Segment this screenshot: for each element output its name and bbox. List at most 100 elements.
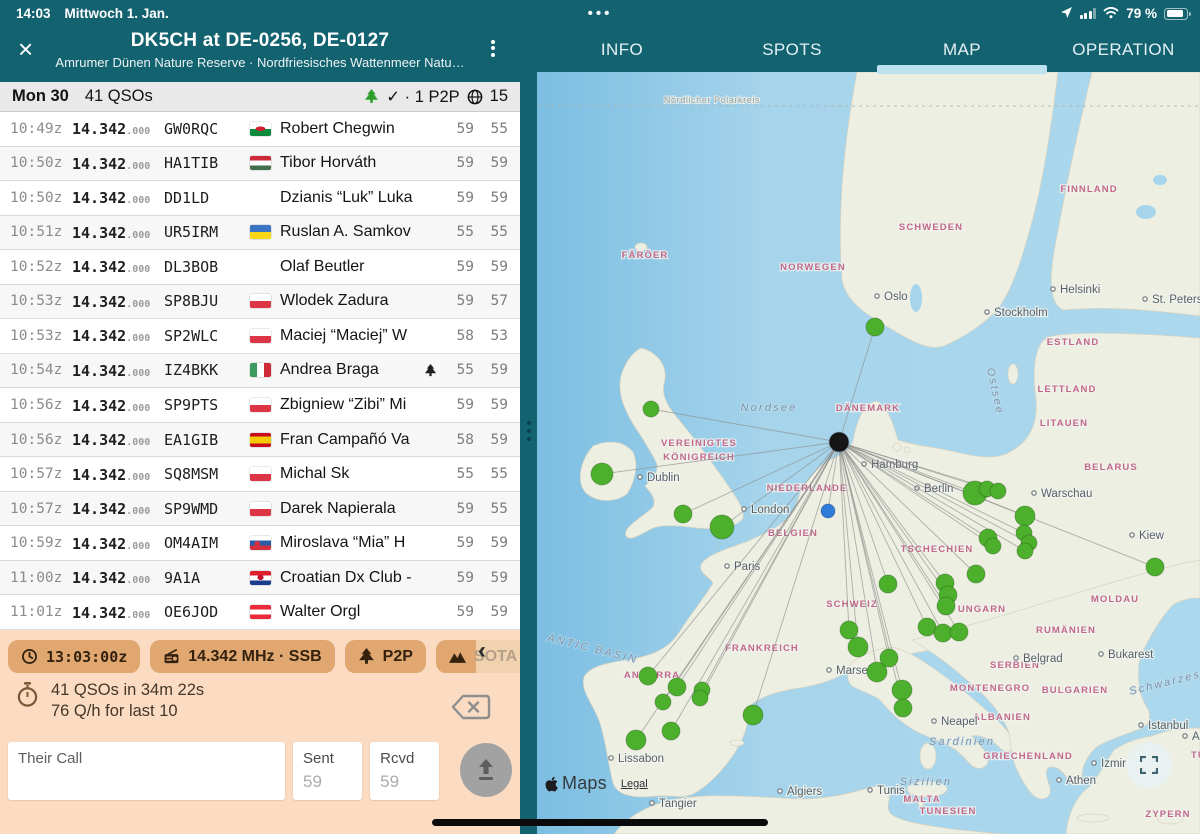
rst-sent-input[interactable]: Sent 59: [293, 742, 362, 800]
country-flag: [250, 122, 280, 136]
chip-p2p[interactable]: P2P: [345, 640, 426, 673]
qso-row[interactable]: 11:01z14.342.000OE6JODWalter Orgl5959: [0, 595, 520, 630]
country-flag: [250, 467, 280, 481]
backspace-button[interactable]: [450, 692, 492, 722]
svg-text:Athen: Athen: [1066, 775, 1096, 787]
rst-rcvd: 59: [474, 397, 508, 413]
qso-frequency: 14.342.000: [72, 534, 164, 553]
status-menu-dots[interactable]: •••: [588, 5, 613, 22]
svg-text:Neapel: Neapel: [941, 716, 977, 728]
rst-rcvd: 59: [474, 432, 508, 448]
qso-operator-name: Robert Chegwin: [280, 120, 424, 138]
qso-time: 10:57z: [10, 466, 72, 482]
country-flag: [250, 363, 280, 377]
map-canvas[interactable]: FÄRÖERNORWEGENSCHWEDENFINNLANDESTLANDLET…: [537, 72, 1200, 834]
rst-sent: 59: [444, 259, 474, 275]
qso-row[interactable]: 10:56z14.342.000EA1GIBFran Campañó Va585…: [0, 423, 520, 458]
clock-icon: [21, 648, 38, 665]
qso-time: 10:50z: [10, 190, 72, 206]
qso-row[interactable]: 10:54z14.342.000IZ4BKKAndrea Braga5559: [0, 354, 520, 389]
home-indicator[interactable]: [432, 819, 768, 826]
svg-text:St. Petersburg: St. Petersburg: [1152, 294, 1200, 306]
app-screen: 14:03 Mittwoch 1. Jan. ••• 79 % × DK5CH …: [0, 0, 1200, 834]
rst-sent: 59: [444, 121, 474, 137]
qso-row[interactable]: 10:49z14.342.000GW0RQCRobert Chegwin5955: [0, 112, 520, 147]
svg-text:MALTA: MALTA: [903, 794, 940, 805]
clock-time: 14:03: [16, 6, 51, 21]
pane-divider[interactable]: [520, 72, 537, 834]
qso-callsign: UR5IRM: [164, 223, 250, 241]
svg-text:SCHWEIZ: SCHWEIZ: [826, 599, 878, 610]
svg-text:UNGARN: UNGARN: [958, 604, 1006, 615]
more-menu-icon[interactable]: [483, 37, 503, 63]
country-flag: [250, 502, 280, 516]
svg-text:ESTLAND: ESTLAND: [1047, 337, 1100, 348]
qso-row[interactable]: 10:50z14.342.000DD1LDDzianis “Luk” Luka5…: [0, 181, 520, 216]
rst-rcvd-input[interactable]: Rcvd 59: [370, 742, 439, 800]
their-call-input[interactable]: Their Call: [8, 742, 285, 800]
qso-callsign: DD1LD: [164, 189, 250, 207]
qso-time: 10:56z: [10, 397, 72, 413]
qso-frequency: 14.342.000: [72, 292, 164, 311]
qso-row[interactable]: 10:57z14.342.000SP9WMDDarek Napierala595…: [0, 492, 520, 527]
qso-row[interactable]: 10:57z14.342.000SQ8MSMMichal Sk5555: [0, 457, 520, 492]
entry-fields: Their Call Sent 59 Rcvd 59: [8, 742, 512, 800]
qso-time: 10:53z: [10, 293, 72, 309]
country-flag: [250, 156, 280, 170]
tab-info[interactable]: INFO: [537, 27, 707, 72]
qso-callsign: HA1TIB: [164, 154, 250, 172]
legal-link[interactable]: Legal: [621, 778, 648, 790]
qso-time: 10:59z: [10, 535, 72, 551]
qso-row[interactable]: 10:59z14.342.000OM4AIMMiroslava “Mia” H5…: [0, 526, 520, 561]
qso-callsign: OE6JOD: [164, 603, 250, 621]
battery-percent: 79 %: [1126, 6, 1157, 21]
qso-row[interactable]: 10:53z14.342.000SP2WLCMaciej “Maciej” W5…: [0, 319, 520, 354]
chip-14-342-mhz-ssb[interactable]: 14.342 MHz · SSB: [150, 640, 334, 673]
globe-icon: [467, 89, 483, 105]
qso-callsign: DL3BOB: [164, 258, 250, 276]
qso-row[interactable]: 10:52z14.342.000DL3BOBOlaf Beutler5959: [0, 250, 520, 285]
svg-text:FRANKREICH: FRANKREICH: [725, 643, 799, 654]
tab-operation[interactable]: OPERATION: [1047, 27, 1200, 72]
qso-frequency: 14.342.000: [72, 119, 164, 138]
qso-callsign: SP9WMD: [164, 500, 250, 518]
qso-time: 10:52z: [10, 259, 72, 275]
rst-sent: 59: [444, 570, 474, 586]
svg-text:NORWEGEN: NORWEGEN: [780, 262, 846, 273]
qso-callsign: SP2WLC: [164, 327, 250, 345]
qso-row[interactable]: 10:50z14.342.000HA1TIBTibor Horváth5959: [0, 147, 520, 182]
rst-sent: 59: [444, 155, 474, 171]
qso-frequency: 14.342.000: [72, 326, 164, 345]
country-flag: [250, 433, 280, 447]
qso-row[interactable]: 10:53z14.342.000SP8BJUWlodek Zadura5957: [0, 285, 520, 320]
qso-frequency: 14.342.000: [72, 430, 164, 449]
qso-row[interactable]: 11:00z14.342.0009A1ACroatian Dx Club -59…: [0, 561, 520, 596]
chip-13-03-00z[interactable]: 13:03:00z: [8, 640, 140, 673]
svg-text:Helsinki: Helsinki: [1060, 284, 1100, 296]
svg-text:Algiers: Algiers: [787, 786, 822, 798]
log-dxcc-count: 15: [490, 87, 508, 106]
chevron-left-icon[interactable]: ‹: [478, 637, 486, 665]
qso-row[interactable]: 10:56z14.342.000SP9PTSZbigniew “Zibi” Mi…: [0, 388, 520, 423]
page-subtitle: Amrumer Dünen Nature Reserve · Nordfries…: [40, 55, 480, 70]
qso-row[interactable]: 10:51z14.342.000UR5IRMRuslan A. Samkov55…: [0, 216, 520, 251]
rst-sent: 59: [444, 604, 474, 620]
svg-text:BELARUS: BELARUS: [1084, 462, 1138, 473]
country-flag: [250, 571, 280, 585]
country-flag: [250, 329, 280, 343]
tab-spots[interactable]: SPOTS: [707, 27, 877, 72]
expand-icon: [1140, 756, 1158, 774]
svg-text:VEREINIGTES: VEREINIGTES: [661, 438, 737, 449]
qso-frequency: 14.342.000: [72, 603, 164, 622]
svg-text:Istanbul: Istanbul: [1148, 720, 1188, 732]
log-qso-count: 41 QSOs: [85, 87, 153, 106]
svg-text:TÜRKEI: TÜRKEI: [1191, 750, 1200, 761]
clock-date: Mittwoch 1. Jan.: [65, 6, 169, 21]
qso-frequency: 14.342.000: [72, 223, 164, 242]
log-submit-button[interactable]: [460, 743, 512, 797]
divider-grip[interactable]: [527, 417, 531, 445]
location-arrow-icon: [1060, 6, 1073, 22]
fullscreen-button[interactable]: [1126, 742, 1172, 788]
svg-text:Tangier: Tangier: [659, 798, 697, 810]
close-icon[interactable]: ×: [18, 36, 33, 62]
